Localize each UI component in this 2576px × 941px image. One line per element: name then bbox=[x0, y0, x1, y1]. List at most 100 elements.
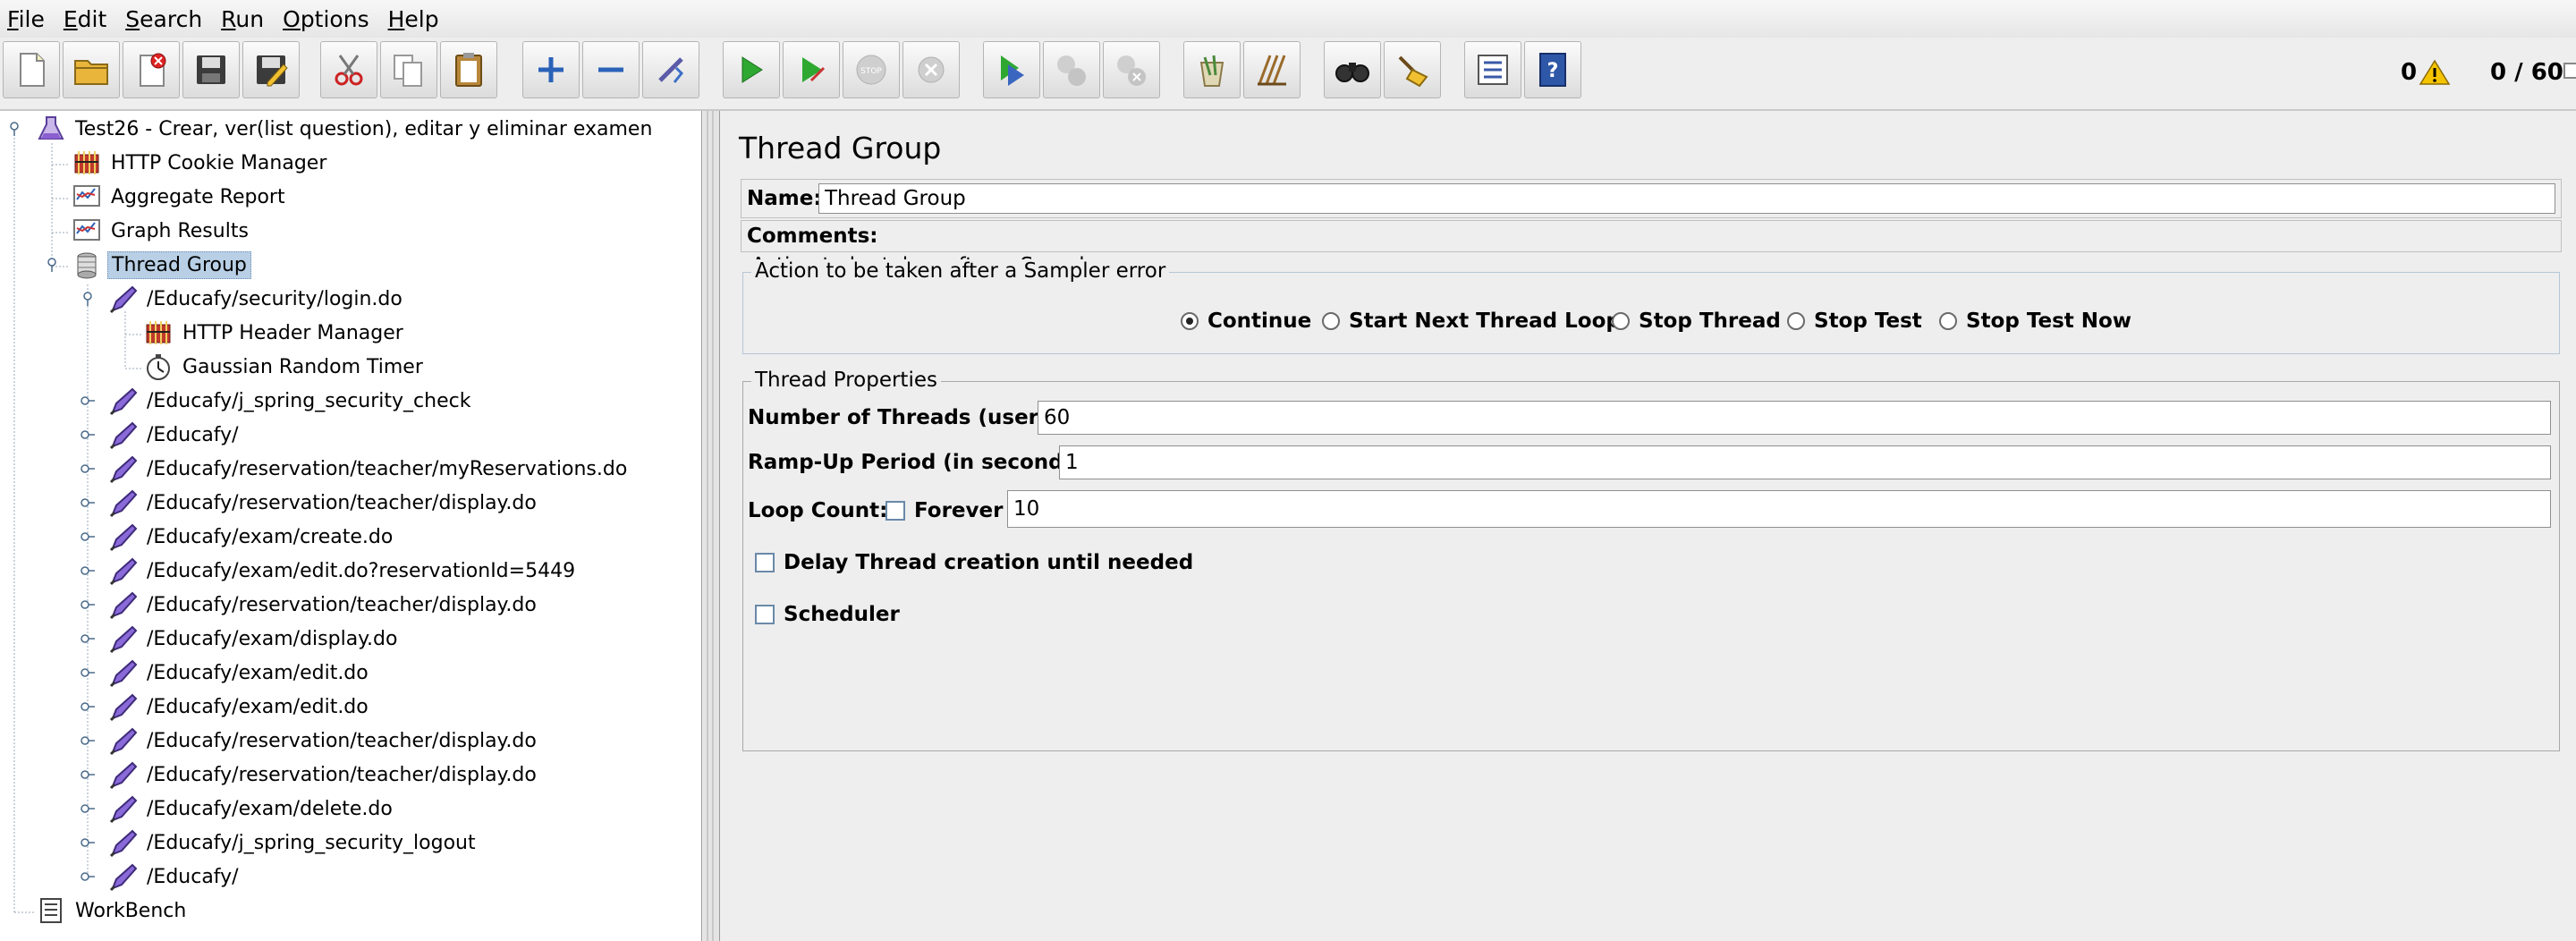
warning-icon[interactable] bbox=[2419, 59, 2451, 86]
new-icon bbox=[20, 53, 45, 87]
close-plan-button[interactable] bbox=[123, 41, 180, 98]
tree-node[interactable]: Graph Results bbox=[72, 215, 252, 247]
tree-node[interactable]: /Educafy/ bbox=[107, 419, 242, 451]
tree-toggle-icon[interactable] bbox=[45, 258, 59, 272]
tree-toggle-icon[interactable] bbox=[80, 564, 95, 578]
collapse-all-button[interactable] bbox=[582, 41, 640, 98]
tree-node[interactable]: Gaussian Random Timer bbox=[143, 351, 427, 383]
delay-thread-creation-row[interactable]: Delay Thread creation until needed bbox=[755, 551, 1193, 574]
continue-radio-dot[interactable] bbox=[1181, 312, 1199, 330]
stop-thread-radio[interactable]: Stop Thread bbox=[1612, 309, 1781, 333]
tree-node[interactable]: HTTP Header Manager bbox=[143, 317, 407, 349]
tree-toggle-icon[interactable] bbox=[80, 869, 95, 884]
tree-node[interactable]: HTTP Cookie Manager bbox=[72, 147, 330, 179]
delay-thread-creation-checkbox[interactable] bbox=[755, 553, 775, 572]
tree-node[interactable]: /Educafy/reservation/teacher/display.do bbox=[107, 759, 540, 791]
toggle-button[interactable] bbox=[642, 41, 699, 98]
start-next-thread-loop-radio[interactable]: Start Next Thread Loop bbox=[1322, 309, 1621, 333]
tree-toggle-icon[interactable] bbox=[80, 665, 95, 680]
menu-file[interactable]: File bbox=[0, 6, 56, 32]
remote-start-all-button[interactable] bbox=[983, 41, 1040, 98]
name-field[interactable] bbox=[818, 183, 2555, 214]
tree-toggle-icon[interactable] bbox=[80, 462, 95, 476]
expand-all-button[interactable] bbox=[522, 41, 580, 98]
tree-node[interactable]: /Educafy/j_spring_security_check bbox=[107, 385, 474, 417]
tree-toggle-icon[interactable] bbox=[80, 835, 95, 850]
menu-run[interactable]: Run bbox=[214, 6, 275, 32]
tree-node[interactable]: /Educafy/exam/display.do bbox=[107, 623, 401, 655]
save-button[interactable] bbox=[182, 41, 240, 98]
tree-node[interactable]: /Educafy/reservation/teacher/display.do bbox=[107, 589, 540, 621]
tree-toggle-icon[interactable] bbox=[7, 122, 21, 136]
stop-test-radio-dot[interactable] bbox=[1787, 312, 1805, 330]
tree-node[interactable]: Aggregate Report bbox=[72, 181, 289, 213]
scheduler-checkbox[interactable] bbox=[755, 605, 775, 624]
tree-toggle-icon[interactable] bbox=[80, 292, 95, 306]
tree-node[interactable]: WorkBench bbox=[36, 894, 190, 927]
thread-properties-legend: Thread Properties bbox=[751, 369, 941, 392]
forever-label: Forever bbox=[914, 499, 1004, 522]
tree-node[interactable]: /Educafy/reservation/teacher/display.do bbox=[107, 725, 540, 757]
menu-help[interactable]: Help bbox=[381, 6, 451, 32]
threads-field[interactable] bbox=[1038, 401, 2551, 435]
tree-node[interactable]: /Educafy/exam/create.do bbox=[107, 521, 396, 553]
tree-toggle-icon[interactable] bbox=[80, 530, 95, 544]
paste-button[interactable] bbox=[440, 41, 497, 98]
scheduler-row[interactable]: Scheduler bbox=[755, 603, 900, 626]
forever-checkbox-row[interactable]: Forever bbox=[886, 499, 1003, 522]
stop-test-now-radio[interactable]: Stop Test Now bbox=[1939, 309, 2131, 333]
tree-node[interactable]: /Educafy/exam/edit.do bbox=[107, 657, 372, 689]
menu-search[interactable]: Search bbox=[118, 6, 214, 32]
threads-label: Number of Threads (users): bbox=[748, 406, 1069, 429]
split-pane-divider[interactable] bbox=[703, 111, 720, 941]
tree-node[interactable]: /Educafy/ bbox=[107, 860, 242, 893]
tree-node-label: /Educafy/reservation/teacher/display.do bbox=[147, 593, 537, 616]
tree-node[interactable]: /Educafy/reservation/teacher/myReservati… bbox=[107, 453, 631, 485]
start-next-thread-loop-radio-dot[interactable] bbox=[1322, 312, 1340, 330]
remote-stop-all-button[interactable] bbox=[1043, 41, 1100, 98]
start-no-pauses-button[interactable] bbox=[783, 41, 840, 98]
tree-node[interactable]: /Educafy/security/login.do bbox=[107, 283, 406, 315]
function-helper-button[interactable] bbox=[1464, 41, 1521, 98]
rampup-field[interactable] bbox=[1059, 445, 2551, 479]
tree-toggle-icon[interactable] bbox=[80, 496, 95, 510]
tree-toggle-icon[interactable] bbox=[80, 733, 95, 748]
stop-button[interactable]: STOP bbox=[843, 41, 900, 98]
search-button[interactable] bbox=[1324, 41, 1381, 98]
help-button[interactable]: ? bbox=[1524, 41, 1581, 98]
copy-button[interactable] bbox=[380, 41, 437, 98]
forever-checkbox[interactable] bbox=[886, 501, 905, 521]
stop-test-now-radio-dot[interactable] bbox=[1939, 312, 1957, 330]
tree-toggle-icon[interactable] bbox=[80, 699, 95, 714]
new-button[interactable] bbox=[3, 41, 60, 98]
stop-test-radio[interactable]: Stop Test bbox=[1787, 309, 1922, 333]
remote-shutdown-all-button[interactable] bbox=[1103, 41, 1160, 98]
open-button[interactable] bbox=[63, 41, 120, 98]
menu-edit[interactable]: Edit bbox=[56, 6, 118, 32]
continue-radio[interactable]: Continue bbox=[1181, 309, 1311, 333]
menu-options[interactable]: Options bbox=[275, 6, 380, 32]
tree-toggle-icon[interactable] bbox=[80, 598, 95, 612]
tree-node[interactable]: Test26 - Crear, ver(list question), edit… bbox=[36, 113, 656, 145]
save-as-button[interactable] bbox=[242, 41, 300, 98]
tree-toggle-icon[interactable] bbox=[80, 632, 95, 646]
clear-button[interactable] bbox=[1183, 41, 1241, 98]
tree-node[interactable]: Thread Group bbox=[72, 249, 251, 281]
tree-toggle-icon[interactable] bbox=[80, 767, 95, 782]
reset-search-button[interactable] bbox=[1384, 41, 1441, 98]
tree-node[interactable]: /Educafy/reservation/teacher/display.do bbox=[107, 487, 540, 519]
tree-toggle-icon[interactable] bbox=[80, 801, 95, 816]
tree-node[interactable]: /Educafy/exam/edit.do?reservationId=5449 bbox=[107, 555, 579, 587]
tree-node[interactable]: /Educafy/exam/edit.do bbox=[107, 691, 372, 723]
cut-button[interactable] bbox=[320, 41, 377, 98]
tree-toggle-icon[interactable] bbox=[80, 428, 95, 442]
tree-node[interactable]: /Educafy/exam/delete.do bbox=[107, 793, 396, 825]
start-button[interactable] bbox=[723, 41, 780, 98]
loop-count-field[interactable] bbox=[1007, 490, 2551, 528]
tree-node[interactable]: /Educafy/j_spring_security_logout bbox=[107, 827, 479, 859]
stop-thread-radio-dot[interactable] bbox=[1612, 312, 1630, 330]
clear-all-button[interactable] bbox=[1243, 41, 1301, 98]
tree-toggle-icon[interactable] bbox=[80, 394, 95, 408]
save-icon bbox=[197, 55, 225, 84]
shutdown-button[interactable] bbox=[902, 41, 960, 98]
